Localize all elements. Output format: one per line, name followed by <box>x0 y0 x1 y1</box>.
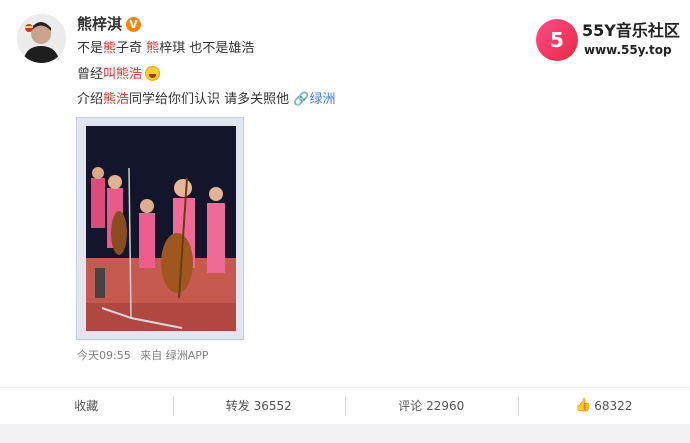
repost-button[interactable]: 转发 36552 <box>172 388 346 423</box>
photo-image <box>77 118 243 339</box>
username-text[interactable]: 熊梓淇 <box>77 15 122 33</box>
source-prefix: 来自 <box>140 349 163 362</box>
post-text-line-2: 曾经叫熊浩 <box>77 66 161 84</box>
post-meta: 今天09:55 来自 绿洲APP <box>77 348 209 364</box>
text-segment: 梓琪 也不是雄浩 <box>159 41 255 56</box>
topic-link[interactable]: 🔗绿洲 <box>293 92 335 107</box>
comment-label: 评论 22960 <box>398 399 465 413</box>
favorite-button[interactable]: 收藏 <box>0 388 173 423</box>
action-bar: 收藏 转发 36552 评论 22960 👍 68322 <box>0 387 690 423</box>
highlight-text: 熊 <box>103 41 117 56</box>
highlight-text: 熊 <box>146 41 160 56</box>
text-segment: 介绍 <box>77 92 104 107</box>
text-segment: 同学给你们认识 请多关照他 <box>129 92 294 107</box>
post-photo[interactable] <box>76 117 244 340</box>
highlight-text: 熊浩 <box>103 92 130 107</box>
like-button[interactable]: 👍 68322 <box>517 388 690 423</box>
text-segment: 子奇 <box>116 41 147 56</box>
site-logo-icon: 5 <box>536 19 578 61</box>
post-text-line-1: 不是熊子奇 熊梓琪 也不是雄浩 <box>77 40 254 58</box>
post-source[interactable]: 绿洲APP <box>166 349 209 362</box>
thumbs-up-icon: 👍 <box>575 398 592 413</box>
text-segment: 不是 <box>77 41 104 56</box>
repost-label: 转发 36552 <box>225 399 292 413</box>
favorite-label: 收藏 <box>74 399 99 413</box>
post-timestamp[interactable]: 今天09:55 <box>77 349 131 362</box>
comment-button[interactable]: 评论 22960 <box>345 388 518 423</box>
highlight-text: 叫熊浩 <box>103 67 143 82</box>
avatar-image <box>17 14 66 63</box>
site-logo-url: www.55y.top <box>584 43 672 57</box>
like-count: 68322 <box>594 398 633 413</box>
avatar[interactable] <box>17 14 66 63</box>
verified-badge-icon: V <box>126 17 142 32</box>
post-text-line-3: 介绍熊浩同学给你们认识 请多关照他 🔗绿洲 <box>77 91 336 109</box>
page-footer-strip <box>0 424 690 443</box>
username[interactable]: 熊梓淇 V <box>77 14 142 34</box>
link-icon: 🔗 <box>293 92 310 107</box>
topic-link-label[interactable]: 绿洲 <box>309 92 335 107</box>
site-logo-title: 55Y音乐社区 <box>582 21 680 40</box>
text-segment: 曾经 <box>77 67 104 82</box>
laughing-emoji-icon <box>145 66 161 81</box>
